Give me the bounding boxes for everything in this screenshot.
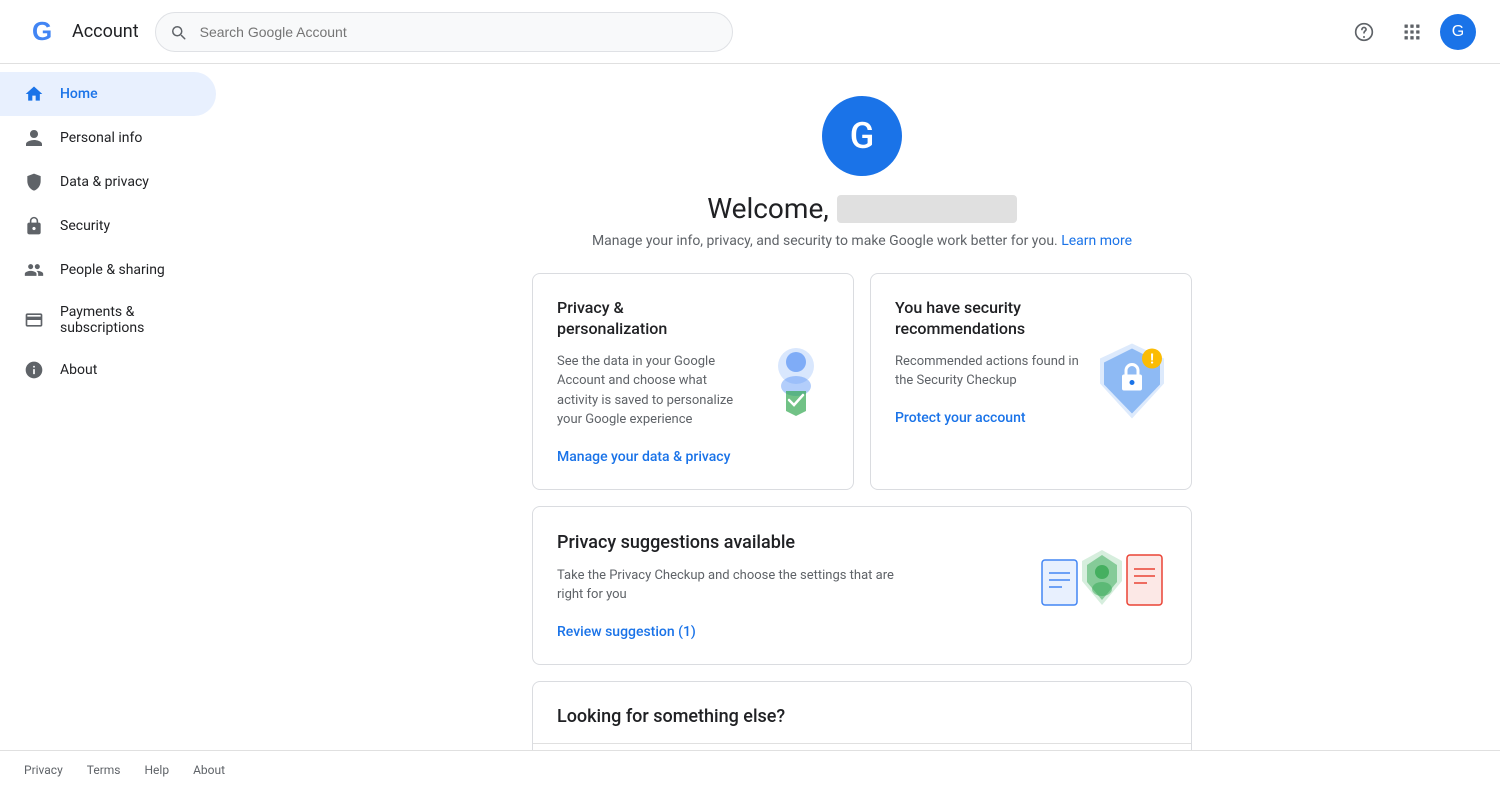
footer-about-link[interactable]: About — [193, 763, 225, 777]
layout: Home Personal info Data & privacy Securi… — [0, 64, 1500, 750]
welcome-subtitle: Manage your info, privacy, and security … — [592, 233, 1132, 249]
home-icon — [24, 84, 44, 104]
privacy-suggestions-card: Privacy suggestions available Take the P… — [532, 506, 1192, 665]
welcome-greeting: Welcome, — [707, 192, 829, 225]
info-icon — [24, 360, 44, 380]
nav-logo[interactable]: G Account — [24, 12, 139, 52]
top-nav: G Account — [0, 0, 1500, 64]
security-card-body: Recommended actions found in the Securit… — [895, 352, 1085, 391]
shield-icon — [24, 172, 44, 192]
search-account-item[interactable]: Search Google Account — [533, 743, 1191, 750]
welcome-text: Welcome, — [707, 192, 1017, 225]
footer: Privacy Terms Help About — [0, 750, 1500, 789]
privacy-card: Privacy & personalization See the data i… — [532, 273, 854, 490]
looking-title: Looking for something else? — [533, 682, 1191, 743]
looking-section: Looking for something else? Search Googl… — [532, 681, 1192, 750]
privacy-illustration — [751, 336, 841, 426]
privacy-suggestions-link[interactable]: Review suggestion (1) — [557, 624, 696, 640]
credit-card-icon — [24, 310, 44, 330]
help-icon — [1354, 22, 1374, 42]
sidebar-item-data-privacy[interactable]: Data & privacy — [0, 160, 216, 204]
sidebar-label-people-sharing: People & sharing — [60, 262, 165, 278]
sidebar-label-personal-info: Personal info — [60, 130, 142, 146]
user-avatar-large: G — [822, 96, 902, 176]
privacy-suggestions-title: Privacy suggestions available — [557, 531, 923, 554]
sidebar-item-people-sharing[interactable]: People & sharing — [0, 248, 216, 292]
privacy-suggestions-illustration — [1037, 545, 1167, 625]
footer-help-link[interactable]: Help — [145, 763, 170, 777]
lock-icon — [24, 216, 44, 236]
svg-text:G: G — [32, 16, 52, 46]
sidebar-label-home: Home — [60, 86, 98, 102]
sidebar-label-payments: Payments & subscriptions — [60, 304, 192, 336]
security-illustration: ! — [1090, 339, 1175, 424]
learn-more-link[interactable]: Learn more — [1061, 233, 1132, 249]
nav-actions: G — [1344, 12, 1476, 52]
security-card-link[interactable]: Protect your account — [895, 410, 1026, 426]
privacy-card-link[interactable]: Manage your data & privacy — [557, 449, 730, 465]
welcome-sub-text: Manage your info, privacy, and security … — [592, 233, 1058, 249]
sidebar-item-personal-info[interactable]: Personal info — [0, 116, 216, 160]
learn-more-text: Learn more — [1061, 233, 1132, 249]
help-button[interactable] — [1344, 12, 1384, 52]
main-content: G Welcome, Manage your info, privacy, an… — [224, 64, 1500, 750]
sidebar-label-about: About — [60, 362, 97, 378]
avatar-large-letter: G — [850, 115, 875, 157]
apps-icon — [1402, 22, 1422, 42]
sidebar-label-data-privacy: Data & privacy — [60, 174, 149, 190]
cards-row: Privacy & personalization See the data i… — [532, 273, 1192, 490]
sidebar-label-security: Security — [60, 218, 110, 234]
footer-terms-link[interactable]: Terms — [87, 763, 121, 777]
privacy-suggestions-body: Take the Privacy Checkup and choose the … — [557, 566, 923, 605]
search-bar — [155, 12, 734, 52]
svg-text:!: ! — [1150, 352, 1154, 368]
google-logo-icon: G — [24, 12, 64, 52]
sidebar: Home Personal info Data & privacy Securi… — [0, 64, 224, 750]
search-icon — [169, 23, 187, 41]
person-icon — [24, 128, 44, 148]
search-input[interactable] — [155, 12, 734, 52]
user-avatar-nav[interactable]: G — [1440, 14, 1476, 50]
privacy-card-title: Privacy & personalization — [557, 298, 734, 340]
security-card: You have security recommendations Recomm… — [870, 273, 1192, 490]
nav-title: Account — [72, 21, 139, 42]
footer-privacy-link[interactable]: Privacy — [24, 763, 63, 777]
apps-button[interactable] — [1392, 12, 1432, 52]
welcome-name-redacted — [837, 195, 1017, 223]
avatar-letter: G — [1452, 23, 1464, 41]
welcome-section: G Welcome, Manage your info, privacy, an… — [272, 96, 1452, 249]
privacy-card-body: See the data in your Google Account and … — [557, 352, 747, 430]
security-card-title: You have security recommendations — [895, 298, 1072, 340]
sidebar-item-home[interactable]: Home — [0, 72, 216, 116]
sidebar-item-payments[interactable]: Payments & subscriptions — [0, 292, 216, 348]
people-icon — [24, 260, 44, 280]
sidebar-item-security[interactable]: Security — [0, 204, 216, 248]
sidebar-item-about[interactable]: About — [0, 348, 216, 392]
